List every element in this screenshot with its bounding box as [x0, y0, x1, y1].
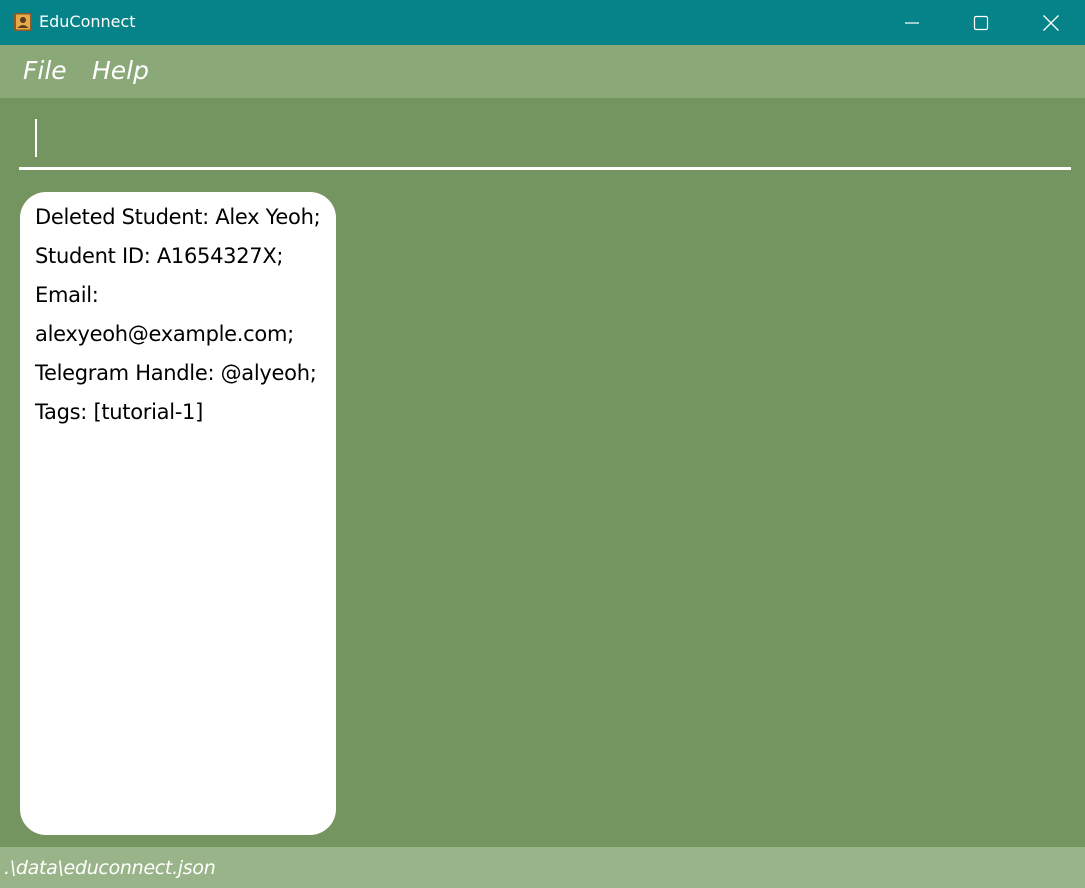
- status-bar: .\data\educonnect.json: [0, 847, 1085, 888]
- result-display[interactable]: Deleted Student: Alex Yeoh; Student ID: …: [20, 192, 336, 835]
- title-bar[interactable]: EduConnect: [0, 0, 1085, 45]
- menu-file[interactable]: File: [23, 56, 67, 86]
- command-input[interactable]: [20, 110, 1070, 166]
- maximize-icon: [973, 15, 989, 30]
- app-window: EduConnect File Help Deleted Student: Al…: [0, 0, 1085, 888]
- contacts-book-icon: [14, 13, 32, 31]
- close-button[interactable]: [1016, 0, 1085, 45]
- close-icon: [1043, 14, 1059, 31]
- window-title: EduConnect: [39, 12, 136, 31]
- save-file-path: .\data\educonnect.json: [4, 857, 216, 879]
- maximize-button[interactable]: [946, 0, 1016, 45]
- minimize-button[interactable]: [877, 0, 947, 45]
- command-box: [19, 110, 1071, 170]
- menu-bar: File Help: [0, 45, 1085, 98]
- minimize-icon: [905, 21, 919, 24]
- text-caret: [35, 119, 37, 157]
- menu-help[interactable]: Help: [92, 56, 149, 86]
- result-message: Deleted Student: Alex Yeoh; Student ID: …: [35, 205, 321, 424]
- command-input-underline: [19, 167, 1071, 170]
